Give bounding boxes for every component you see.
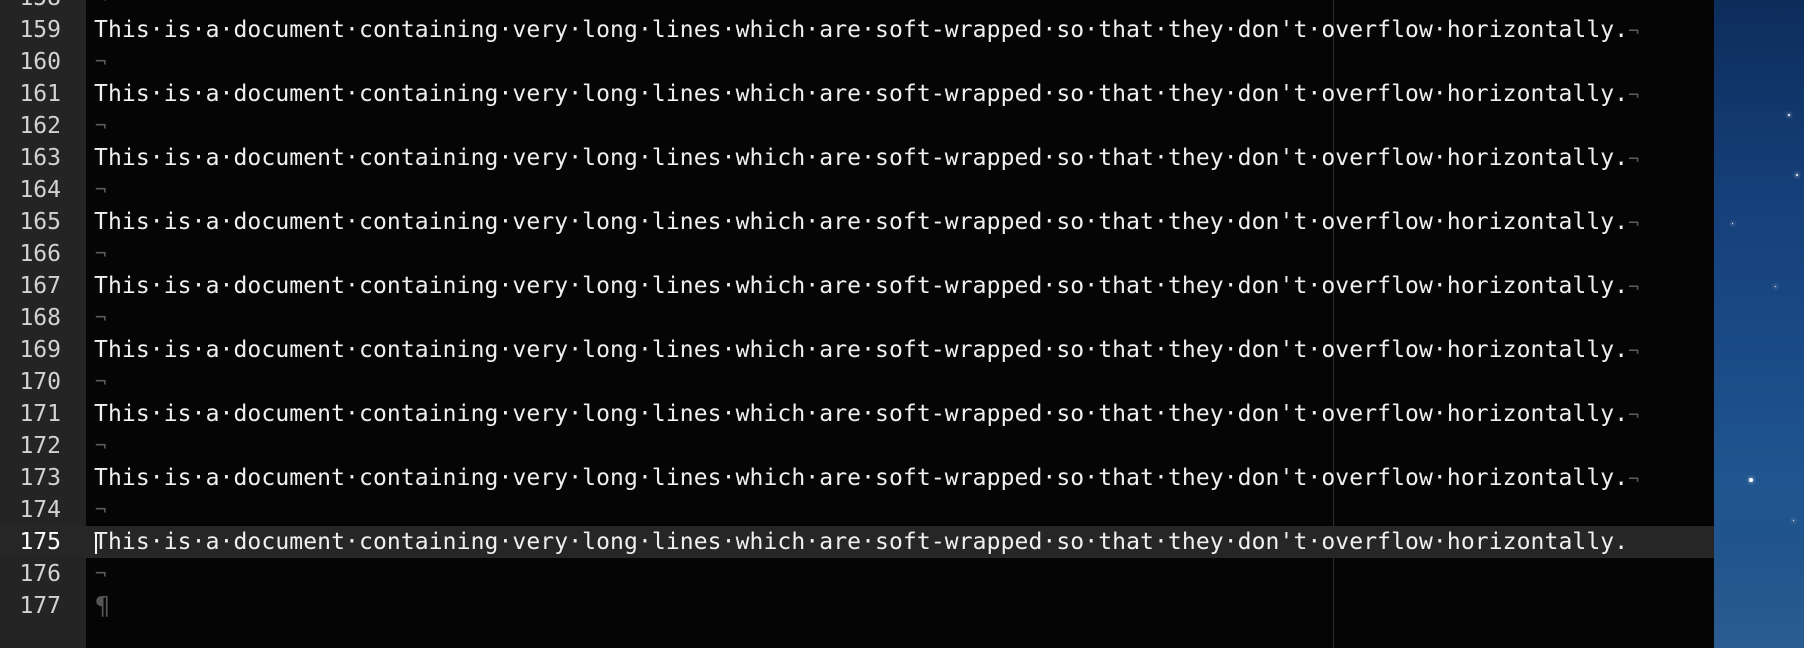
end-of-line-icon: ¬ <box>1628 341 1640 362</box>
line-text: This·is·a·document·containing·very·long·… <box>94 465 1640 491</box>
line-number: 159 <box>19 17 61 43</box>
line-number: 174 <box>19 497 61 523</box>
line-text: This·is·a·document·containing·very·long·… <box>94 401 1640 427</box>
editor-line-175-current[interactable]: 175 This·is·a·document·containing·very·l… <box>0 526 1714 558</box>
line-number: 177 <box>19 593 61 619</box>
line-number: 172 <box>19 433 61 459</box>
line-text: This·is·a·document·containing·very·long·… <box>94 529 1629 555</box>
end-of-line-icon: ¬ <box>95 371 107 393</box>
end-of-line-icon: ¬ <box>95 563 107 585</box>
code-editor[interactable]: 158 ¬ 159 This·is·a·document·containing·… <box>0 0 1714 648</box>
editor-line-176[interactable]: 176 ¬ <box>0 558 1714 590</box>
star-icon <box>1775 286 1776 287</box>
end-of-line-icon: ¬ <box>95 51 107 73</box>
end-of-line-icon: ¬ <box>1628 469 1640 490</box>
editor-line-159[interactable]: 159 This·is·a·document·containing·very·l… <box>0 14 1714 46</box>
pilcrow-icon: ¶ <box>95 591 111 620</box>
line-number: 173 <box>19 465 61 491</box>
end-of-line-icon: ¬ <box>95 115 107 137</box>
editor-line-174[interactable]: 174 ¬ <box>0 494 1714 526</box>
line-number: 167 <box>19 273 61 299</box>
wallpaper-glow <box>1714 538 1804 648</box>
line-number: 160 <box>19 49 61 75</box>
screen: 158 ¬ 159 This·is·a·document·containing·… <box>0 0 1804 648</box>
editor-line-172[interactable]: 172 ¬ <box>0 430 1714 462</box>
line-number: 169 <box>19 337 61 363</box>
line-number: 171 <box>19 401 61 427</box>
line-number: 162 <box>19 113 61 139</box>
star-icon <box>1793 520 1794 521</box>
line-text: This·is·a·document·containing·very·long·… <box>94 209 1640 235</box>
editor-line-163[interactable]: 163 This·is·a·document·containing·very·l… <box>0 142 1714 174</box>
line-text: This·is·a·document·containing·very·long·… <box>94 145 1640 171</box>
star-icon <box>1749 478 1753 482</box>
star-icon <box>1796 174 1798 176</box>
line-text: This·is·a·document·containing·very·long·… <box>94 337 1640 363</box>
star-icon <box>1788 114 1790 116</box>
end-of-line-icon: ¬ <box>95 243 107 265</box>
editor-line-162[interactable]: 162 ¬ <box>0 110 1714 142</box>
editor-lines: 158 ¬ 159 This·is·a·document·containing·… <box>0 0 1714 622</box>
line-number: 165 <box>19 209 61 235</box>
line-number: 164 <box>19 177 61 203</box>
end-of-line-icon: ¬ <box>95 179 107 201</box>
end-of-line-icon: ¬ <box>1628 405 1640 426</box>
end-of-line-icon: ¬ <box>95 435 107 457</box>
line-text: This·is·a·document·containing·very·long·… <box>94 17 1640 43</box>
editor-line-167[interactable]: 167 This·is·a·document·containing·very·l… <box>0 270 1714 302</box>
end-of-line-icon: ¬ <box>1628 85 1640 106</box>
desktop-wallpaper <box>1714 0 1804 648</box>
line-text: This·is·a·document·containing·very·long·… <box>94 81 1640 107</box>
end-of-line-icon: ¬ <box>1628 213 1640 234</box>
star-icon <box>1732 223 1733 224</box>
editor-line-171[interactable]: 171 This·is·a·document·containing·very·l… <box>0 398 1714 430</box>
line-number: 170 <box>19 369 61 395</box>
line-number: 158 <box>0 0 61 14</box>
end-of-line-icon: ¬ <box>1628 277 1640 298</box>
editor-line-166[interactable]: 166 ¬ <box>0 238 1714 270</box>
editor-line-160[interactable]: 160 ¬ <box>0 46 1714 78</box>
end-of-line-icon: ¬ <box>95 0 106 14</box>
editor-line-173[interactable]: 173 This·is·a·document·containing·very·l… <box>0 462 1714 494</box>
editor-line-164[interactable]: 164 ¬ <box>0 174 1714 206</box>
editor-line-169[interactable]: 169 This·is·a·document·containing·very·l… <box>0 334 1714 366</box>
end-of-line-icon: ¬ <box>1628 21 1640 42</box>
editor-line-177[interactable]: 177 ¶ <box>0 590 1714 622</box>
line-number: 168 <box>19 305 61 331</box>
line-text: This·is·a·document·containing·very·long·… <box>94 273 1640 299</box>
line-number: 163 <box>19 145 61 171</box>
line-number: 175 <box>19 529 61 555</box>
editor-line-165[interactable]: 165 This·is·a·document·containing·very·l… <box>0 206 1714 238</box>
editor-line-168[interactable]: 168 ¬ <box>0 302 1714 334</box>
editor-line-161[interactable]: 161 This·is·a·document·containing·very·l… <box>0 78 1714 110</box>
line-number: 166 <box>19 241 61 267</box>
editor-line-158[interactable]: 158 ¬ <box>0 0 1714 14</box>
editor-line-170[interactable]: 170 ¬ <box>0 366 1714 398</box>
line-number: 176 <box>19 561 61 587</box>
end-of-line-icon: ¬ <box>95 307 107 329</box>
end-of-line-icon: ¬ <box>95 499 107 521</box>
end-of-line-icon: ¬ <box>1628 149 1640 170</box>
line-number: 161 <box>19 81 61 107</box>
